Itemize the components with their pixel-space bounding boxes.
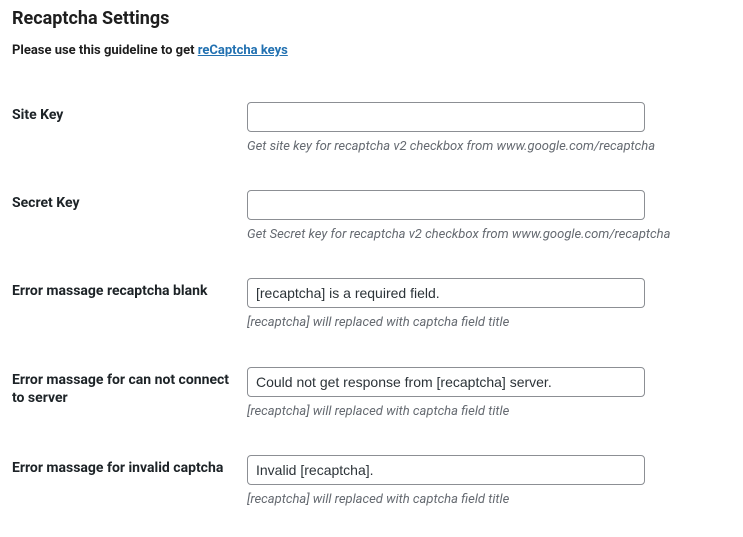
error-invalid-row: Error massage for invalid captcha [recap… bbox=[12, 441, 731, 529]
error-invalid-input[interactable] bbox=[247, 455, 645, 485]
secret-key-input[interactable] bbox=[247, 190, 645, 220]
secret-key-description: Get Secret key for recaptcha v2 checkbox… bbox=[247, 226, 721, 244]
error-connect-row: Error massage for can not connect to ser… bbox=[12, 353, 731, 441]
page-title: Recaptcha Settings bbox=[12, 8, 731, 29]
site-key-row: Site Key Get site key for recaptcha v2 c… bbox=[12, 88, 731, 176]
error-invalid-label: Error massage for invalid captcha bbox=[12, 441, 247, 529]
guideline-prefix: Please use this guideline to get bbox=[12, 43, 198, 58]
site-key-input[interactable] bbox=[247, 102, 645, 132]
site-key-label: Site Key bbox=[12, 88, 247, 176]
secret-key-label: Secret Key bbox=[12, 176, 247, 264]
secret-key-row: Secret Key Get Secret key for recaptcha … bbox=[12, 176, 731, 264]
error-connect-input[interactable] bbox=[247, 367, 645, 397]
error-connect-label: Error massage for can not connect to ser… bbox=[12, 353, 247, 441]
error-blank-label: Error massage recaptcha blank bbox=[12, 264, 247, 352]
recaptcha-keys-link[interactable]: reCaptcha keys bbox=[198, 43, 288, 58]
error-blank-description: [recaptcha] will replaced with captcha f… bbox=[247, 314, 721, 332]
error-invalid-description: [recaptcha] will replaced with captcha f… bbox=[247, 491, 721, 509]
error-blank-row: Error massage recaptcha blank [recaptcha… bbox=[12, 264, 731, 352]
settings-form-table: Site Key Get site key for recaptcha v2 c… bbox=[12, 88, 731, 529]
error-connect-description: [recaptcha] will replaced with captcha f… bbox=[247, 403, 721, 421]
guideline-text: Please use this guideline to get reCaptc… bbox=[12, 43, 731, 58]
error-blank-input[interactable] bbox=[247, 278, 645, 308]
site-key-description: Get site key for recaptcha v2 checkbox f… bbox=[247, 138, 721, 156]
